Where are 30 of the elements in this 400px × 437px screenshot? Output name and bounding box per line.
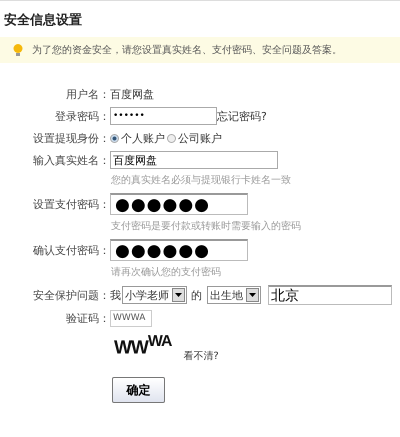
forgot-password-link[interactable]: 忘记密码?: [217, 108, 267, 124]
field-label: 用户名：: [65, 86, 110, 102]
username-text: 百度网盘: [110, 86, 154, 102]
field-label: 输入真实姓名：: [32, 152, 110, 168]
answer-field[interactable]: 北京: [268, 285, 392, 305]
question-text: 我: [110, 288, 121, 302]
captcha-field[interactable]: WWWA: [110, 310, 152, 326]
field-label: 确认支付密码：: [32, 242, 110, 258]
notice-text: 为了您的资金安全，请您设置真实姓名、支付密码、安全问题及答案。: [32, 44, 342, 57]
field-label: 验证码：: [65, 310, 110, 326]
page-title: 安全信息设置: [3, 12, 83, 30]
confirm-button[interactable]: 确定: [112, 377, 165, 404]
field-label: 安全保护问题：: [32, 288, 110, 302]
hint-text: 请再次确认您的支付密码: [110, 266, 222, 279]
name-field[interactable]: 百度网盘: [110, 151, 278, 169]
field-label: 设置支付密码：: [32, 196, 110, 212]
captcha-image: WW$^{WA}$: [114, 333, 172, 360]
refresh-captcha-link[interactable]: 看不清?: [183, 349, 219, 364]
password-field[interactable]: ●●●●●●: [110, 239, 248, 261]
person-dropdown[interactable]: 小学老师: [122, 286, 187, 304]
radio-option[interactable]: 个人账户: [110, 130, 165, 146]
question-text: 的: [191, 288, 202, 302]
hint-text: 您的真实姓名必须与提现银行卡姓名一致: [110, 174, 292, 187]
field-label: 登录密码：: [54, 108, 110, 124]
password-field[interactable]: ●●●●●●: [110, 193, 248, 215]
radio-option[interactable]: 公司账户: [167, 130, 222, 146]
attribute-dropdown[interactable]: 出生地: [207, 286, 261, 304]
hint-text: 支付密码是要付款或转账时需要输入的密码: [110, 220, 302, 233]
password-field[interactable]: ••••••: [110, 107, 217, 125]
field-label: 设置提现身份：: [32, 130, 110, 146]
